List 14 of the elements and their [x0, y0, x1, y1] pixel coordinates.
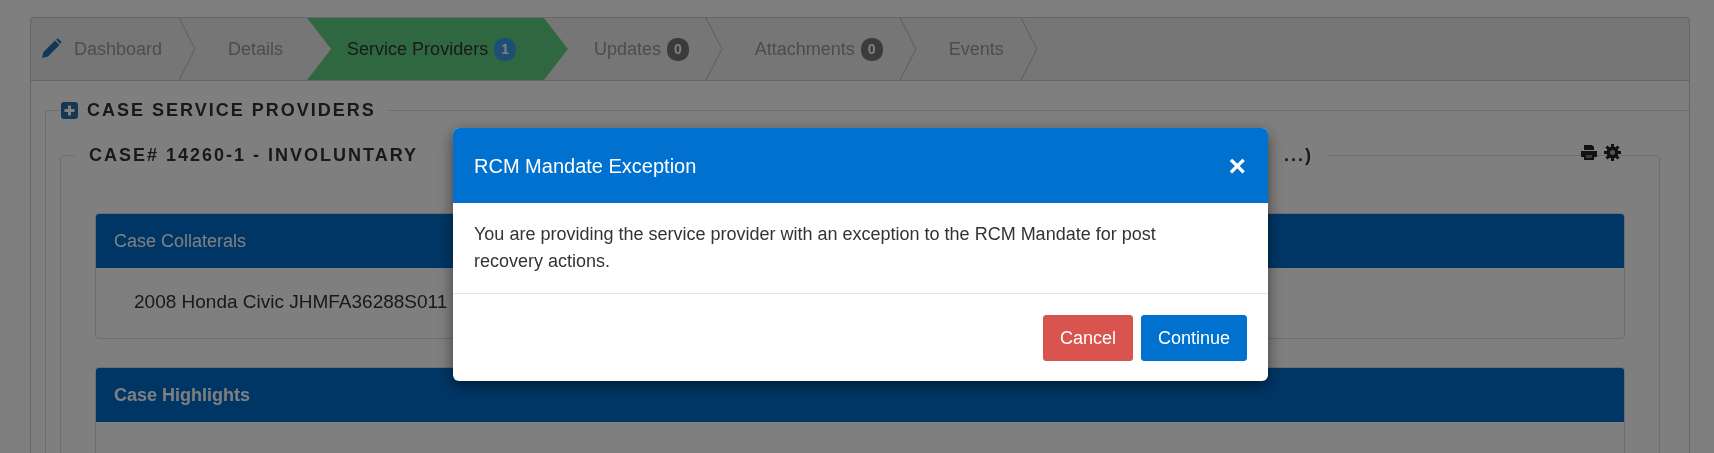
close-button[interactable]: ×: [1226, 150, 1248, 181]
modal-title: RCM Mandate Exception: [474, 153, 697, 179]
breadcrumb-tab[interactable]: Service Providers 1: [307, 18, 568, 80]
case-title: CASE# 14260-1 - INVOLUNTARY: [89, 144, 419, 167]
modal-message: You are providing the service provider with an exception to the RCM Mandate for post recovery actions.: [453, 203, 1268, 294]
case-title: ...): [1284, 144, 1313, 167]
collateral-text: 2008 Honda Civic JHMFA36288S011: [134, 291, 448, 312]
settings-icon[interactable]: [1604, 144, 1621, 161]
cancel-button[interactable]: Cancel: [1042, 315, 1133, 361]
continue-button[interactable]: Continue: [1140, 315, 1247, 361]
pencil-icon: [40, 38, 62, 60]
print-icon[interactable]: [1580, 144, 1598, 161]
section-title: CASE SERVICE PROVIDERS: [87, 99, 376, 121]
plus-icon[interactable]: [61, 101, 78, 119]
